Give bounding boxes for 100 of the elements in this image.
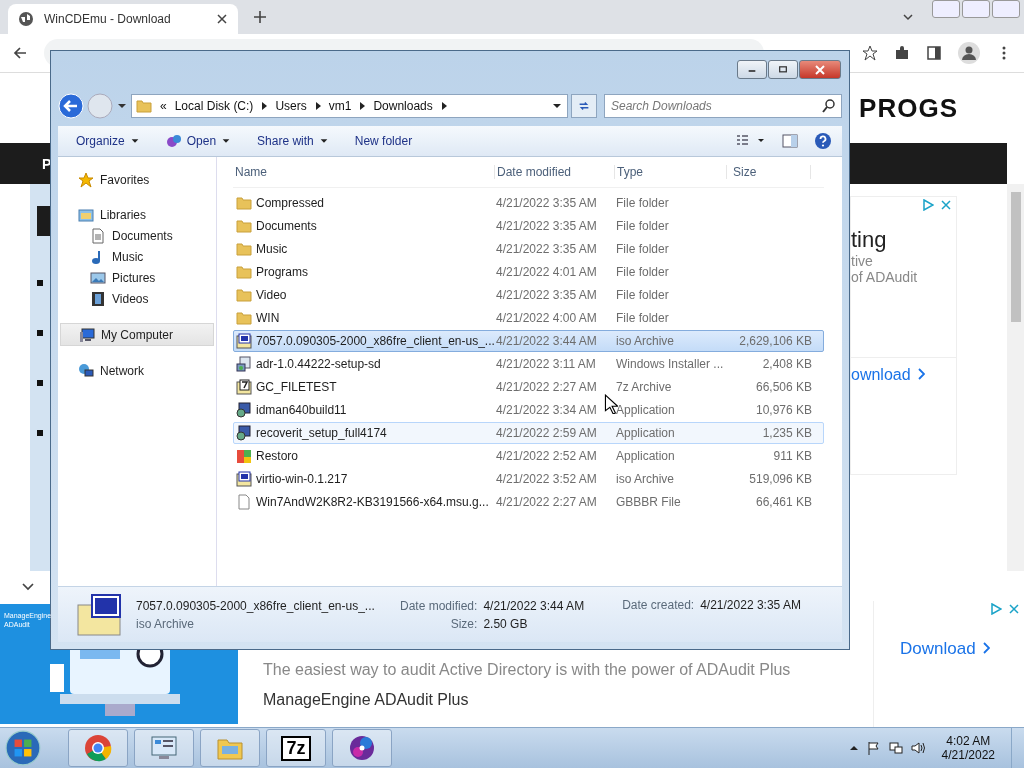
type-cell-text: File folder bbox=[616, 196, 670, 210]
breadcrumb-item[interactable]: Local Disk (C:) bbox=[174, 99, 254, 113]
type-cell-text: File folder bbox=[616, 288, 670, 302]
date-cell-text: 4/21/2022 3:52 AM bbox=[496, 472, 598, 486]
breadcrumb-item[interactable]: Downloads bbox=[373, 99, 433, 113]
ad-text: The easiest way to audit Active Directory is with the power of ADAudit Plus bbox=[263, 661, 792, 679]
toolbar-button[interactable]: Open bbox=[165, 133, 232, 149]
file-row[interactable]: WIN 4/21/2022 4:00 AM File folder bbox=[233, 307, 824, 329]
type-cell-text: iso Archive bbox=[616, 334, 676, 348]
size-cell-text: 66,506 KB bbox=[754, 380, 812, 394]
nav-item[interactable]: Pictures bbox=[58, 267, 216, 288]
date-cell-text: 4/21/2022 3:35 AM bbox=[496, 242, 598, 256]
type-cell-text: File folder bbox=[616, 219, 670, 233]
browser-tab[interactable]: WinCDEmu - Download bbox=[8, 4, 238, 34]
property-label: Date modified: bbox=[400, 598, 478, 613]
property-value: 4/21/2022 3:35 AM bbox=[700, 598, 801, 612]
file-name: Programs bbox=[256, 265, 308, 279]
clock-time[interactable]: 4:02 AM bbox=[946, 734, 991, 748]
toolbar-button[interactable]: Share with bbox=[257, 134, 329, 148]
property-value: 2.50 GB bbox=[483, 616, 529, 631]
file-name: adr-1.0.44222-setup-sd bbox=[256, 357, 381, 371]
file-name: idman640build11 bbox=[256, 403, 347, 417]
nav-item[interactable]: Network bbox=[58, 360, 216, 381]
size-cell-text: 911 KB bbox=[772, 449, 812, 463]
date-cell-text: 4/21/2022 3:34 AM bbox=[496, 403, 598, 417]
toolbar-button[interactable]: Organize bbox=[76, 134, 140, 148]
type-cell-text: Application bbox=[616, 403, 676, 417]
type-cell-text: iso Archive bbox=[616, 472, 676, 486]
download-link[interactable]: Download bbox=[900, 639, 1024, 659]
column-header[interactable]: Type bbox=[615, 165, 727, 179]
file-name: 7057.0.090305-2000_x86fre_client_en-us_... bbox=[256, 334, 495, 348]
date-cell-text: 4/21/2022 2:27 AM bbox=[496, 380, 598, 394]
nav-item[interactable]: Favorites bbox=[58, 169, 216, 190]
property-label: Size: bbox=[449, 616, 478, 631]
file-name: Video bbox=[256, 288, 287, 302]
date-cell-text: 4/21/2022 3:44 AM bbox=[496, 334, 598, 348]
size-cell-text: 1,235 KB bbox=[761, 426, 812, 440]
file-row[interactable]: 7057.0.090305-2000_x86fre_client_en-us_...4/21/2022 3:44 AM iso Archive 2,629,106 KB bbox=[233, 330, 824, 352]
file-row[interactable]: recoverit_setup_full4174 4/21/2022 2:59 AM Application 1,235 KB bbox=[233, 422, 824, 444]
file-name: virtio-win-0.1.217 bbox=[256, 472, 348, 486]
ad-text: tive bbox=[851, 253, 874, 269]
size-cell-text: 2,629,106 KB bbox=[738, 334, 812, 348]
file-row[interactable]: virtio-win-0.1.217 4/21/2022 3:52 AM iso Archive 519,096 KB bbox=[233, 468, 824, 490]
file-row[interactable]: Compressed 4/21/2022 3:35 AM File folder bbox=[233, 192, 824, 214]
date-cell-text: 4/21/2022 3:35 AM bbox=[496, 288, 598, 302]
tab-title: WinCDEmu - Download bbox=[44, 12, 172, 26]
breadcrumb-item[interactable]: vm1 bbox=[328, 99, 352, 113]
file-row[interactable]: idman640build11 4/21/2022 3:34 AM Application 10,976 KB bbox=[233, 399, 824, 421]
date-cell-text: 4/21/2022 3:35 AM bbox=[496, 219, 598, 233]
type-cell-text: Windows Installer ... bbox=[616, 357, 725, 371]
file-type: iso Archive bbox=[136, 616, 196, 631]
date-cell-text: 4/21/2022 2:59 AM bbox=[496, 426, 598, 440]
nav-item[interactable]: Music bbox=[58, 246, 216, 267]
type-cell-text: Application bbox=[616, 449, 676, 463]
nav-item[interactable]: My Computer bbox=[60, 323, 214, 346]
type-cell-text: File folder bbox=[616, 242, 670, 256]
date-cell-text: 4/21/2022 2:27 AM bbox=[496, 495, 598, 509]
nav-item[interactable]: Libraries bbox=[58, 204, 216, 225]
ad-heading: ting bbox=[851, 227, 888, 253]
date-cell-text: 4/21/2022 3:11 AM bbox=[496, 357, 597, 371]
file-row[interactable]: Video 4/21/2022 3:35 AM File folder bbox=[233, 284, 824, 306]
file-row[interactable]: Documents 4/21/2022 3:35 AM File folder bbox=[233, 215, 824, 237]
date-cell-text: 4/21/2022 4:01 AM bbox=[496, 265, 598, 279]
file-row[interactable]: Music 4/21/2022 3:35 AM File folder bbox=[233, 238, 824, 260]
archiver-icon[interactable]: 7z bbox=[281, 735, 311, 761]
size-cell-text: 519,096 KB bbox=[748, 472, 812, 486]
file-name: GC_FILETEST bbox=[256, 380, 337, 394]
property-value: 4/21/2022 3:44 AM bbox=[483, 598, 585, 613]
type-cell-text: File folder bbox=[616, 311, 670, 325]
size-cell-text: 66,461 KB bbox=[754, 495, 812, 509]
file-name: recoverit_setup_full4174 bbox=[256, 426, 387, 440]
file-row[interactable]: adr-1.0.44222-setup-sd 4/21/2022 3:11 AM Windows Installer ... 2,408 KB bbox=[233, 353, 824, 375]
file-row[interactable]: GC_FILETEST 4/21/2022 2:27 AM 7z Archive 66,506 KB bbox=[233, 376, 824, 398]
clock-date[interactable]: 4/21/2022 bbox=[941, 748, 995, 762]
nav-item[interactable]: Documents bbox=[58, 225, 216, 246]
download-link[interactable]: ownload bbox=[851, 357, 956, 384]
file-row[interactable]: Win7AndW2K8R2-KB3191566-x64.msu.g... 4/21/2022 2:27 AM GBBBR File 66,461 KB bbox=[233, 491, 824, 513]
file-name: 7057.0.090305-2000_x86fre_client_en-us_... bbox=[136, 598, 376, 613]
column-header[interactable]: Name bbox=[233, 165, 495, 179]
toolbar-button[interactable]: New folder bbox=[354, 134, 413, 148]
type-cell-text: File folder bbox=[616, 265, 670, 279]
search-field[interactable]: Search Downloads bbox=[604, 94, 842, 118]
file-name: WIN bbox=[256, 311, 280, 325]
type-cell-text: 7z Archive bbox=[616, 380, 673, 394]
date-cell-text: 4/21/2022 2:52 AM bbox=[496, 449, 598, 463]
breadcrumb-item[interactable]: Users bbox=[275, 99, 307, 113]
site-logo[interactable]: PROGS bbox=[859, 92, 958, 124]
file-name: Documents bbox=[256, 219, 317, 233]
size-cell-text: 10,976 KB bbox=[754, 403, 812, 417]
nav-item[interactable]: Videos bbox=[58, 288, 216, 309]
file-name: Restoro bbox=[256, 449, 299, 463]
size-cell-text: 2,408 KB bbox=[761, 357, 812, 371]
column-header[interactable]: Size bbox=[727, 165, 811, 179]
date-cell-text: 4/21/2022 3:35 AM bbox=[496, 196, 598, 210]
file-row[interactable]: Programs 4/21/2022 4:01 AM File folder bbox=[233, 261, 824, 283]
address-bar[interactable]: « Local Disk (C:) Users vm1 Downloads bbox=[131, 94, 568, 118]
column-header[interactable]: Date modified bbox=[495, 165, 615, 179]
file-name: Compressed bbox=[256, 196, 325, 210]
breadcrumb-overflow[interactable]: « bbox=[160, 99, 167, 113]
file-row[interactable]: Restoro 4/21/2022 2:52 AM Application 911 KB bbox=[233, 445, 824, 467]
